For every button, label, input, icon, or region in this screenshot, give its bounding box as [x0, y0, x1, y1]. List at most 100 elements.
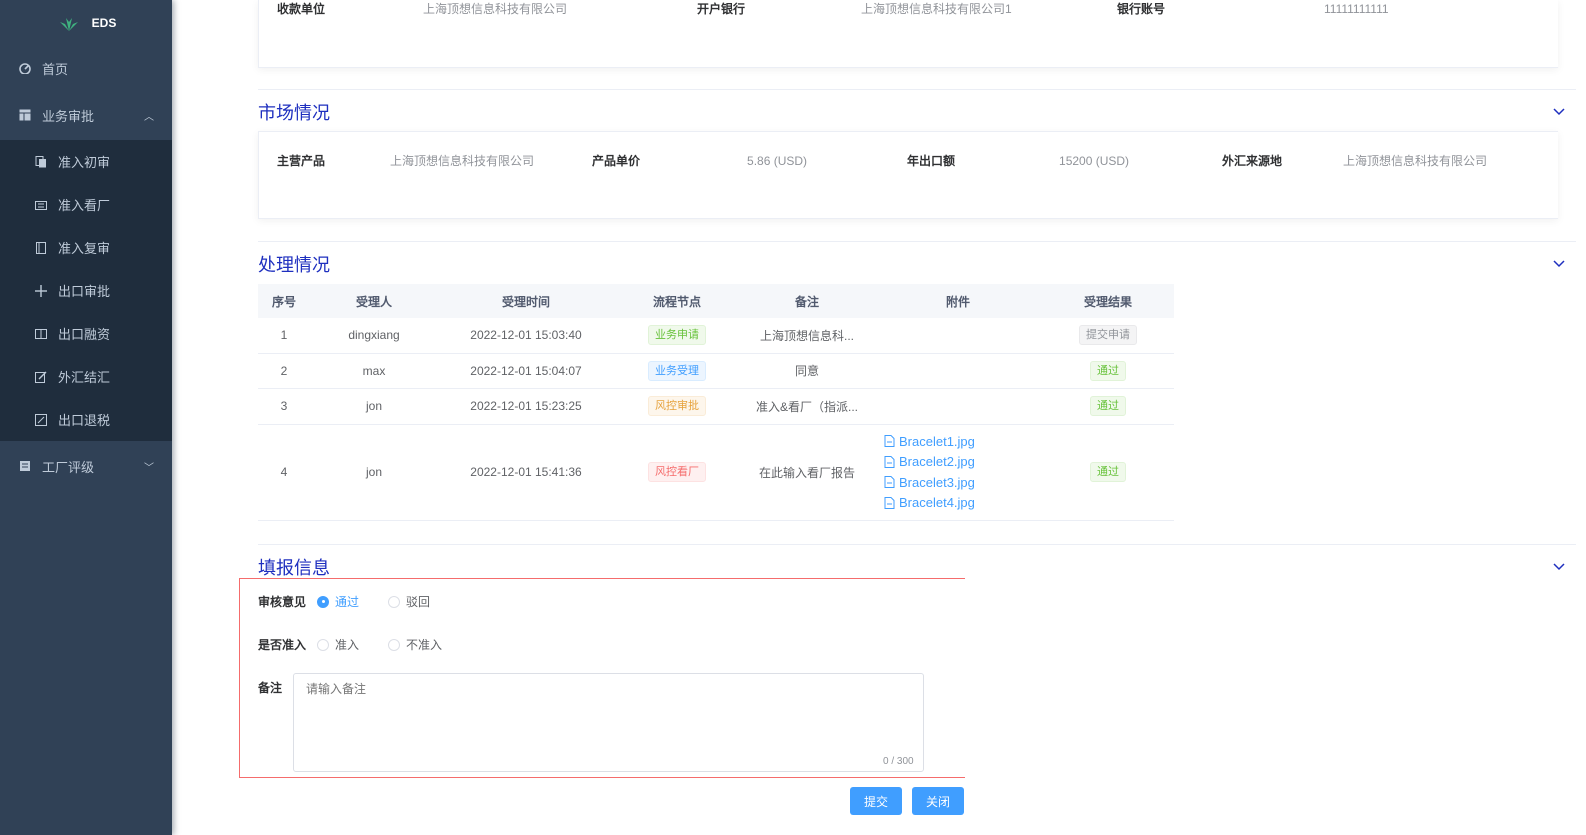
cell-remark: 在此输入看厂报告	[740, 424, 874, 521]
cell-time: 2022-12-01 15:03:40	[438, 318, 614, 354]
sidebar-item-label: 准入初审	[58, 155, 111, 170]
copy-icon	[34, 155, 48, 169]
remark-label: 备注	[258, 681, 283, 695]
attachment-name: Bracelet1.jpg	[899, 433, 975, 449]
attachment-name: Bracelet3.jpg	[899, 474, 975, 490]
chevron-down-icon: ﹀	[144, 462, 154, 474]
bank-label: 开户银行	[697, 2, 746, 16]
attachment-name: Bracelet4.jpg	[899, 495, 975, 511]
file-icon	[884, 435, 895, 448]
account-row: 银行账号 11111111111	[1117, 0, 1389, 17]
radio-approve[interactable]: 通过	[317, 593, 359, 610]
sidebar: EDS 首页 业务审批 ︿ 准入初审 准入看厂 准入复审 出口审批 出口融资 外…	[0, 0, 172, 835]
file-icon	[884, 455, 895, 468]
price-value: 5.86 (USD)	[747, 153, 808, 168]
chevron-down-icon[interactable]	[1552, 559, 1566, 573]
result-tag: 通过	[1090, 396, 1126, 416]
sidebar-item-label: 首页	[42, 61, 69, 77]
attachment-link[interactable]: Bracelet1.jpg	[884, 431, 975, 452]
submenu: 准入初审 准入看厂 准入复审 出口审批 出口融资 外汇结汇 出口退税	[0, 140, 172, 441]
cell-result: 提交申请	[1042, 318, 1174, 354]
fx-label: 外汇来源地	[1222, 154, 1283, 168]
sidebar-item-export-approval[interactable]: 出口审批	[0, 269, 172, 312]
process-table: 序号 受理人 受理时间 流程节点 备注 附件 受理结果 1 dingxiang …	[258, 284, 1174, 521]
char-counter: 0 / 300	[883, 756, 914, 767]
table-row: 1 dingxiang 2022-12-01 15:03:40 业务申请 上海顶…	[258, 318, 1174, 354]
cell-attachment: Bracelet1.jpg Bracelet2.jpg Bracelet3.jp…	[874, 424, 1042, 521]
price-row: 产品单价 5.86 (USD)	[592, 152, 807, 169]
divider	[258, 544, 1576, 545]
payee-label: 收款单位	[277, 2, 326, 16]
sidebar-item-admission-recheck[interactable]: 准入复审	[0, 226, 172, 269]
cell-time: 2022-12-01 15:23:25	[438, 388, 614, 425]
attachment-name: Bracelet2.jpg	[899, 454, 975, 470]
product-value: 上海顶想信息科技有限公司	[390, 154, 535, 168]
bank-row: 开户银行 上海顶想信息科技有限公司1	[697, 0, 1012, 17]
cell-node: 业务申请	[614, 318, 740, 354]
radio-dot	[317, 595, 329, 608]
fx-row: 外汇来源地 上海顶想信息科技有限公司	[1222, 152, 1487, 169]
radio-label: 准入	[335, 638, 360, 652]
payee-row: 收款单位 上海顶想信息科技有限公司	[277, 0, 567, 17]
sidebar-item-home[interactable]: 首页	[0, 46, 172, 90]
cell-result: 通过	[1042, 353, 1174, 389]
chevron-down-icon[interactable]	[1552, 104, 1566, 118]
radio-not-admit[interactable]: 不准入	[388, 636, 442, 653]
cell-handler: jon	[310, 424, 438, 521]
cell-time: 2022-12-01 15:04:07	[438, 353, 614, 389]
radio-reject[interactable]: 驳回	[388, 593, 430, 610]
sidebar-item-label: 准入看厂	[58, 198, 111, 213]
sidebar-item-label: 外汇结汇	[58, 370, 111, 385]
sidebar-item-admission-review[interactable]: 准入初审	[0, 140, 172, 183]
radio-dot	[388, 595, 400, 608]
radio-admit[interactable]: 准入	[317, 636, 359, 653]
sidebar-item-fx-settlement[interactable]: 外汇结汇	[0, 355, 172, 398]
chevron-down-icon[interactable]	[1552, 256, 1566, 270]
cell-handler: max	[310, 353, 438, 389]
book-icon	[34, 241, 48, 255]
rating-icon	[18, 459, 32, 473]
sidebar-item-factory-visit[interactable]: 准入看厂	[0, 183, 172, 226]
cell-node: 风控审批	[614, 388, 740, 425]
attachment-link[interactable]: Bracelet3.jpg	[884, 472, 975, 493]
sidebar-item-export-tax-refund[interactable]: 出口退税	[0, 398, 172, 441]
cell-remark: 上海顶想信息科...	[740, 318, 874, 354]
cell-result: 通过	[1042, 424, 1174, 521]
submit-button[interactable]: 提交	[850, 787, 902, 815]
cell-result: 通过	[1042, 388, 1174, 425]
bank-value: 上海顶想信息科技有限公司1	[861, 2, 1012, 16]
cell-remark: 准入&看厂（指派...	[740, 388, 874, 425]
result-tag: 通过	[1090, 462, 1126, 482]
account-value: 11111111111	[1324, 1, 1389, 16]
opinion-label: 审核意见	[258, 595, 307, 609]
sidebar-item-business-approval[interactable]: 业务审批 ︿	[0, 90, 172, 140]
fill-section-title: 填报信息	[258, 558, 330, 578]
radio-label: 驳回	[406, 595, 431, 609]
chevron-up-icon: ︿	[144, 111, 154, 123]
close-button[interactable]: 关闭	[912, 787, 964, 815]
node-tag: 业务受理	[648, 360, 706, 381]
divider	[258, 241, 1576, 242]
market-section-title: 市场情况	[258, 103, 330, 123]
product-label: 主营产品	[277, 154, 326, 168]
node-tag: 业务申请	[648, 325, 706, 346]
column-header: 附件	[874, 284, 1042, 318]
cell-no: 3	[258, 388, 310, 425]
export-label: 年出口额	[907, 154, 956, 168]
admit-label: 是否准入	[258, 638, 307, 652]
table-icon	[18, 108, 32, 122]
export-row: 年出口额 15200 (USD)	[907, 152, 1129, 169]
logo[interactable]: EDS	[0, 0, 172, 46]
sidebar-item-export-financing[interactable]: 出口融资	[0, 312, 172, 355]
result-tag: 提交申请	[1079, 325, 1137, 346]
account-label: 银行账号	[1117, 2, 1166, 16]
attachment-link[interactable]: Bracelet2.jpg	[884, 452, 975, 473]
sidebar-item-label: 出口退税	[58, 413, 111, 428]
move-icon	[34, 284, 48, 298]
remark-textarea[interactable]	[293, 673, 924, 772]
attachment-link[interactable]: Bracelet4.jpg	[884, 493, 975, 514]
sidebar-item-label: 业务审批	[42, 108, 95, 124]
sidebar-item-factory-rating[interactable]: 工厂评级 ﹀	[0, 441, 172, 491]
process-section-title: 处理情况	[258, 255, 330, 275]
factory-icon	[34, 198, 48, 212]
